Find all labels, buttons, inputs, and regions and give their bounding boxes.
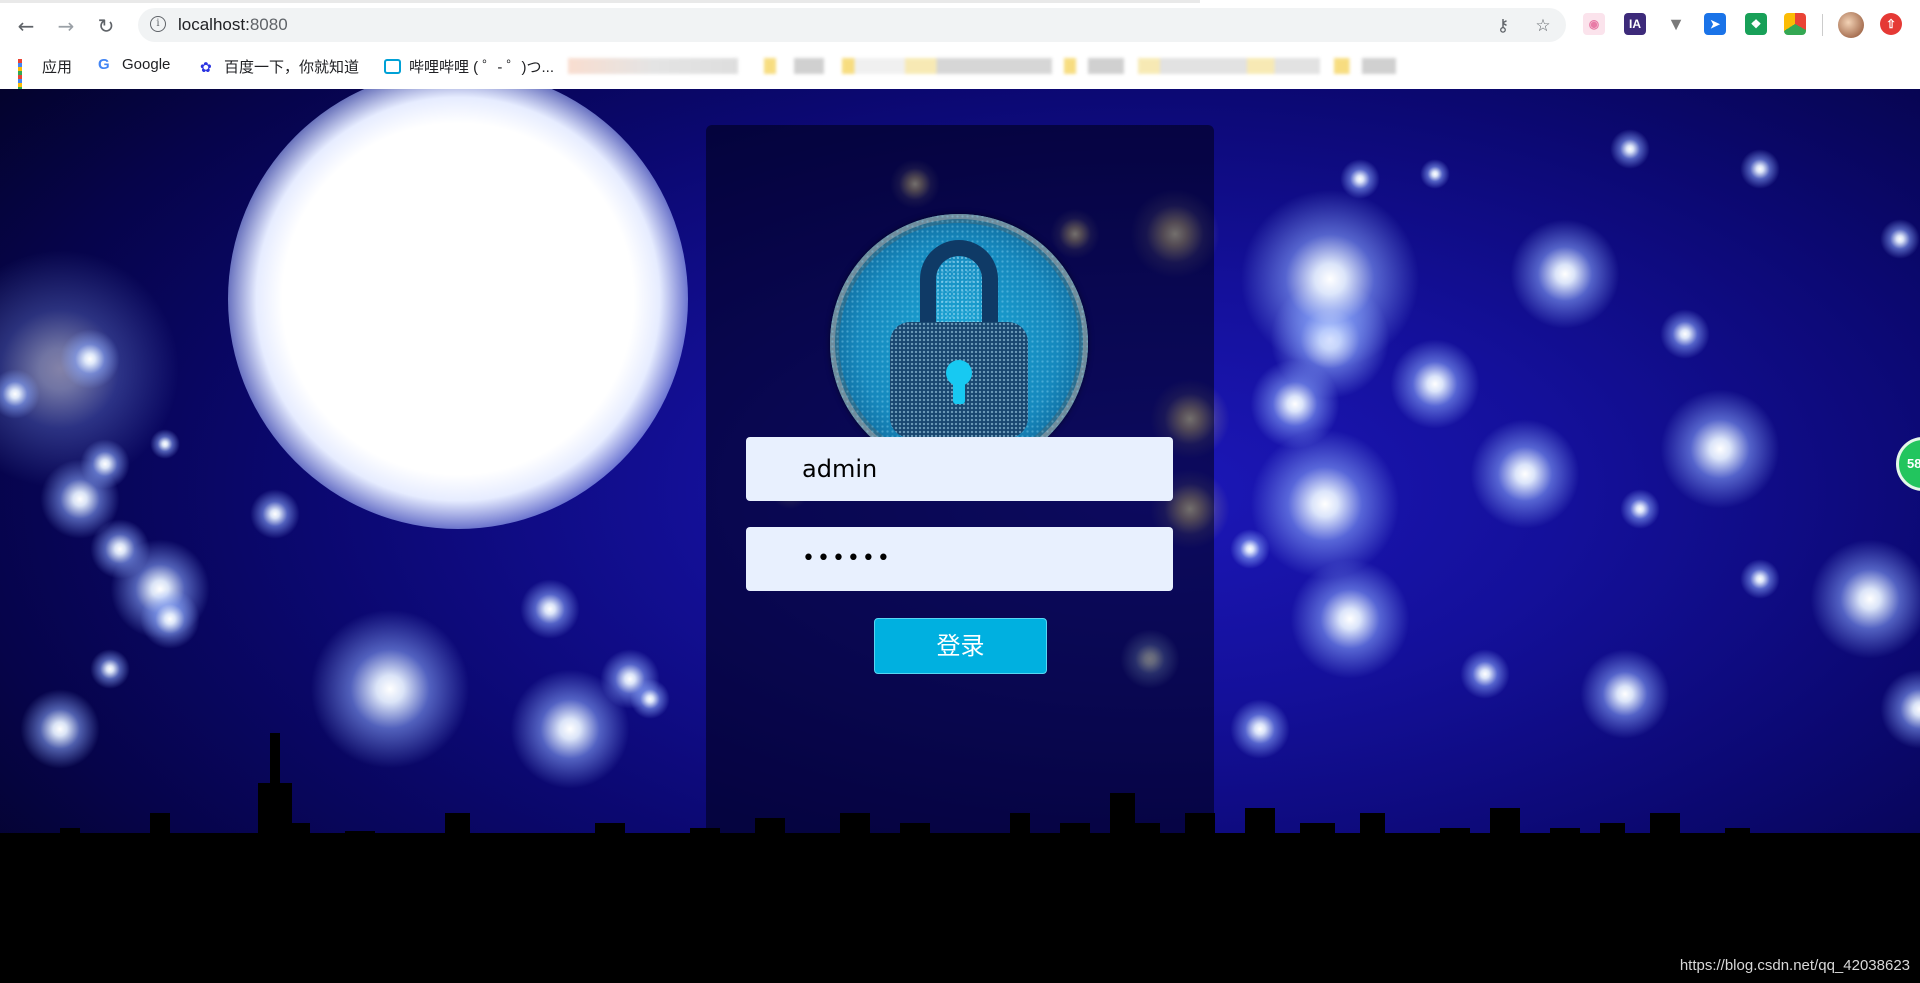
star — [1740, 149, 1780, 189]
bookmark-bilibili[interactable]: 哔哩哔哩 ( ゜- ゜)つ... — [384, 56, 554, 77]
bookmark-baidu[interactable]: ✿ 百度一下，你就知道 — [200, 56, 359, 77]
apps-grid-icon — [18, 58, 34, 95]
baidu-paw-icon: ✿ — [200, 58, 212, 75]
google-icon: G — [98, 55, 110, 73]
star — [1620, 489, 1660, 529]
blurred-bookmark[interactable] — [842, 58, 1052, 74]
star — [140, 589, 200, 649]
star — [1390, 339, 1480, 429]
ground — [0, 833, 1920, 983]
star — [1510, 219, 1620, 329]
chrome-extension-icon[interactable] — [1784, 13, 1806, 35]
star — [60, 329, 120, 389]
blurred-bookmark[interactable] — [1064, 58, 1124, 74]
star — [1610, 129, 1650, 169]
username-input[interactable]: admin — [746, 437, 1173, 501]
moon — [228, 89, 688, 529]
url-text[interactable]: localhost:8080 — [178, 15, 288, 35]
bilibili-extension-icon[interactable]: ◉ — [1583, 13, 1605, 35]
site-info-icon[interactable]: i — [150, 16, 166, 32]
bookmark-google[interactable]: G Google — [98, 56, 170, 73]
star — [1290, 559, 1410, 679]
star — [1250, 429, 1400, 579]
toolbar-divider — [1822, 14, 1823, 36]
login-button[interactable]: 登录 — [874, 618, 1047, 674]
csdn-watermark: https://blog.csdn.net/qq_42038623 — [1679, 957, 1910, 974]
star — [1740, 559, 1780, 599]
bookmark-apps[interactable]: 应用 — [18, 56, 73, 95]
vue-devtools-icon[interactable]: ▼ — [1665, 13, 1687, 35]
star — [1420, 159, 1450, 189]
lock-emblem-icon — [830, 214, 1088, 472]
bookmarks-bar: 应用 G Google ✿ 百度一下，你就知道 哔哩哔哩 ( ゜- ゜)つ... — [0, 50, 1920, 95]
bookmark-label: 哔哩哔哩 ( ゜- ゜)つ... — [409, 59, 554, 76]
key-icon[interactable]: ⚷ — [1494, 17, 1512, 35]
keyhole-icon — [946, 360, 972, 404]
bookmark-star-icon[interactable]: ☆ — [1534, 17, 1552, 35]
back-icon[interactable]: ← — [12, 12, 40, 40]
profile-avatar[interactable] — [1838, 12, 1864, 38]
star — [1810, 539, 1920, 659]
browser-chrome: ← → ↻ i localhost:8080 ⚷ ☆ ◉ IA ▼ ➤ ❖ ⇧ … — [0, 0, 1920, 95]
blurred-bookmark[interactable] — [1138, 58, 1320, 74]
blurred-bookmark[interactable] — [1334, 58, 1396, 74]
star — [1660, 389, 1780, 509]
password-input[interactable]: •••••• — [746, 527, 1173, 591]
star — [1880, 219, 1920, 259]
star — [1240, 189, 1420, 369]
blurred-bookmark[interactable] — [568, 58, 738, 74]
bookmark-label: Google — [122, 56, 171, 73]
loading-bar — [0, 0, 1200, 3]
shield-extension-icon[interactable]: ❖ — [1745, 13, 1767, 35]
star — [150, 429, 180, 459]
star — [250, 489, 300, 539]
bilibili-tv-icon — [384, 59, 401, 74]
blue-extension-icon[interactable]: ➤ — [1704, 13, 1726, 35]
bookmark-label: 百度一下，你就知道 — [224, 59, 360, 76]
star — [1230, 529, 1270, 569]
reload-icon[interactable]: ↻ — [92, 12, 120, 40]
ia-extension-icon[interactable]: IA — [1624, 13, 1646, 35]
forward-icon[interactable]: → — [52, 12, 80, 40]
star — [80, 439, 130, 489]
blurred-bookmark[interactable] — [794, 58, 824, 74]
bookmark-label: 应用 — [42, 59, 73, 76]
address-bar[interactable]: i localhost:8080 ⚷ ☆ — [138, 8, 1566, 42]
star — [1660, 309, 1710, 359]
star — [1470, 419, 1580, 529]
folder-icon — [764, 58, 776, 74]
update-arrow-icon[interactable]: ⇧ — [1880, 13, 1902, 35]
star — [520, 579, 580, 639]
star — [1340, 159, 1380, 199]
lock-body — [890, 322, 1028, 438]
